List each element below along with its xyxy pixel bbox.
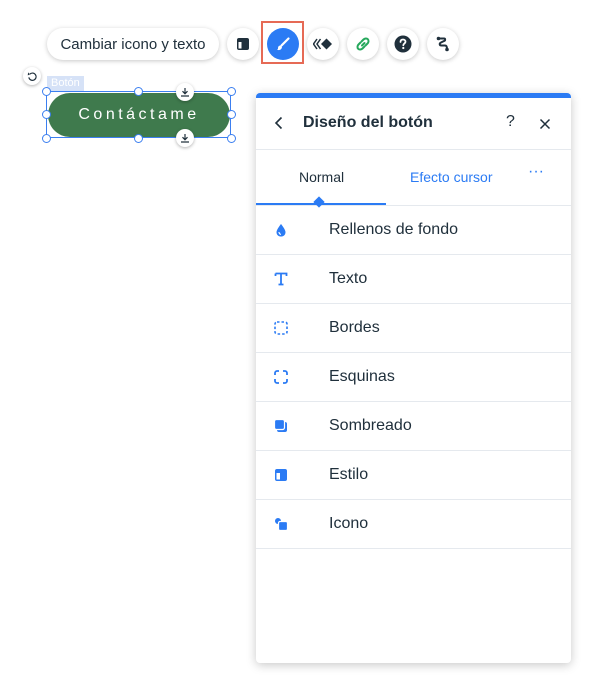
borders-icon: [274, 321, 288, 335]
style-icon: [275, 469, 287, 481]
resize-handle-left[interactable]: [42, 110, 51, 119]
link-icon: [356, 37, 370, 51]
panel-title: Diseño del botón: [303, 114, 433, 131]
item-shadow[interactable]: Sombreado: [256, 402, 571, 451]
item-label: Texto: [329, 270, 368, 287]
shadow-icon: [273, 418, 287, 432]
stretch-handle-bottom[interactable]: [176, 129, 194, 147]
close-button[interactable]: [539, 117, 551, 135]
resize-handle-top-right[interactable]: [227, 87, 236, 96]
animation-icon: [313, 38, 332, 50]
download-icon: [181, 134, 189, 143]
connect-button[interactable]: [427, 28, 459, 60]
panel-header: Diseño del botón ?: [256, 98, 571, 150]
panel-help-button[interactable]: ?: [506, 113, 515, 131]
animation-button[interactable]: [307, 28, 339, 60]
button-design-panel: Diseño del botón ? Normal Efecto cursor …: [256, 93, 571, 663]
item-background-fills[interactable]: Rellenos de fondo: [256, 206, 571, 255]
design-button[interactable]: [267, 28, 299, 60]
help-icon: [394, 35, 412, 53]
tab-more[interactable]: ···: [528, 163, 544, 181]
design-brush-icon: [277, 37, 290, 51]
drop-icon: [276, 224, 286, 237]
chevron-left-icon: [274, 116, 283, 130]
item-label: Estilo: [329, 466, 369, 483]
download-icon: [181, 88, 189, 97]
state-tabs: Normal Efecto cursor ···: [256, 150, 571, 208]
rotate-icon: [27, 71, 37, 81]
item-label: Sombreado: [329, 417, 412, 434]
item-label: Bordes: [329, 319, 380, 336]
resize-handle-top-left[interactable]: [42, 87, 51, 96]
corners-icon: [274, 370, 288, 384]
element-type-label: Botón: [47, 76, 84, 91]
tab-hover[interactable]: Efecto cursor: [410, 169, 492, 185]
item-borders[interactable]: Bordes: [256, 304, 571, 353]
text-icon: [274, 272, 288, 286]
stretch-handle-top[interactable]: [176, 83, 194, 101]
resize-handle-top[interactable]: [134, 87, 143, 96]
contact-button[interactable]: Contáctame: [48, 93, 230, 137]
rotate-handle[interactable]: [23, 67, 41, 85]
layout-button[interactable]: [227, 28, 259, 60]
link-button[interactable]: [347, 28, 379, 60]
resize-handle-bottom-left[interactable]: [42, 134, 51, 143]
resize-handle-bottom-right[interactable]: [227, 134, 236, 143]
layout-icon: [237, 38, 249, 50]
help-button[interactable]: [387, 28, 419, 60]
change-icon-text-button[interactable]: Cambiar icono y texto: [47, 28, 219, 60]
item-style[interactable]: Estilo: [256, 451, 571, 500]
tab-normal[interactable]: Normal: [299, 169, 344, 185]
item-label: Esquinas: [329, 368, 395, 385]
connect-icon: [436, 36, 449, 52]
shapes-icon: [275, 518, 289, 532]
close-icon: [539, 118, 551, 130]
item-label: Icono: [329, 515, 369, 532]
item-icon[interactable]: Icono: [256, 500, 571, 549]
item-label: Rellenos de fondo: [329, 221, 458, 238]
resize-handle-bottom[interactable]: [134, 134, 143, 143]
change-icon-text-label: Cambiar icono y texto: [60, 35, 206, 53]
item-corners[interactable]: Esquinas: [256, 353, 571, 402]
item-text[interactable]: Texto: [256, 255, 571, 304]
contact-button-text: Contáctame: [78, 106, 200, 123]
resize-handle-right[interactable]: [227, 110, 236, 119]
back-button[interactable]: [274, 116, 284, 135]
